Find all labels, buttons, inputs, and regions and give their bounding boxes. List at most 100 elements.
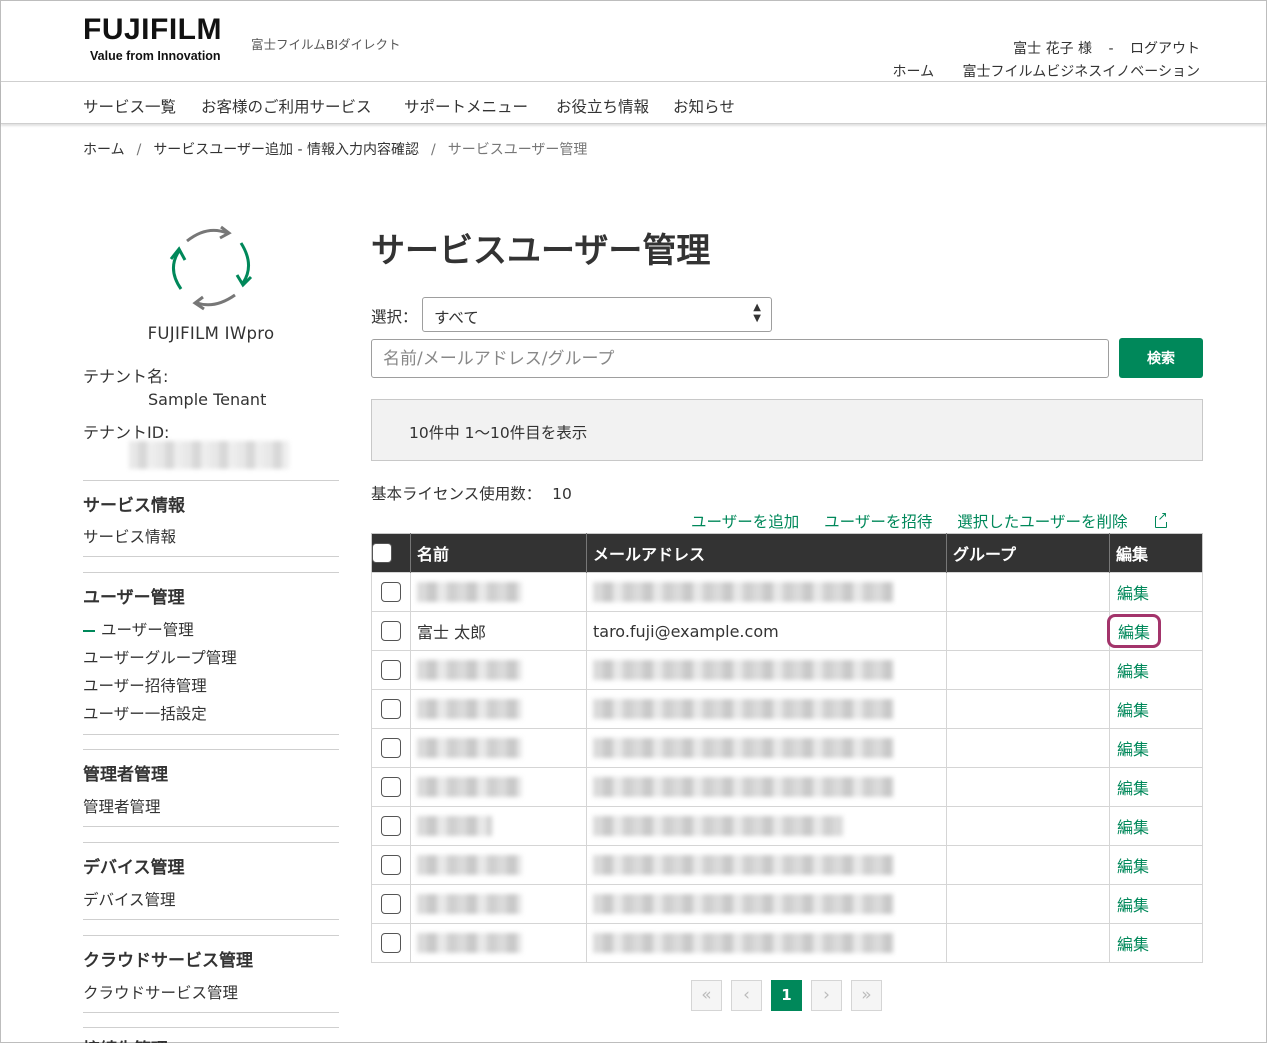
add-user-link[interactable]: ユーザーを追加 xyxy=(691,513,799,531)
redacted-name xyxy=(417,660,522,681)
sidebar-item-user-bulk-settings[interactable]: ユーザー一括設定 xyxy=(83,702,207,724)
header-email[interactable]: メールアドレス xyxy=(586,533,947,573)
app-name: FUJIFILM IWpro xyxy=(147,324,275,343)
delete-selected-users-link[interactable]: 選択したユーザーを削除 xyxy=(957,510,1168,531)
table-row: 編集 xyxy=(371,845,1203,885)
site-name: 富士フイルムBIダイレクト xyxy=(251,37,401,52)
nav-item-support[interactable]: サポートメニュー xyxy=(404,95,528,117)
breadcrumb-home[interactable]: ホーム xyxy=(83,142,125,158)
user-name: 富士 花子 様 xyxy=(1013,41,1093,57)
search-input[interactable] xyxy=(371,339,1109,378)
row-checkbox[interactable] xyxy=(381,816,401,837)
divider xyxy=(83,556,339,557)
breadcrumb-add-user-confirm[interactable]: サービスユーザー追加 - 情報入力内容確認 xyxy=(153,142,419,158)
row-checkbox[interactable] xyxy=(381,699,401,720)
user-name-cell: 富士 太郎 xyxy=(410,611,587,651)
header-edit: 編集 xyxy=(1109,533,1203,573)
user-table: 名前 メールアドレス グループ 編集 編集 富士 太郎 taro.fuji@ex… xyxy=(371,533,1203,963)
search-button[interactable]: 検索 xyxy=(1119,338,1203,378)
nav-item-news[interactable]: お知らせ xyxy=(673,95,735,117)
select-label: 選択： xyxy=(371,308,418,326)
logo-tagline: Value from Innovation xyxy=(90,49,221,63)
company-link[interactable]: 富士フイルムビジネスイノベーション xyxy=(963,64,1200,80)
redacted-email xyxy=(593,777,893,798)
table-row: 編集 xyxy=(371,767,1203,807)
edit-link-highlighted[interactable]: 編集 xyxy=(1107,614,1162,648)
redacted-email xyxy=(593,582,893,603)
edit-link[interactable]: 編集 xyxy=(1116,818,1149,837)
table-row: 編集 xyxy=(371,572,1203,612)
recycle-arrows-icon xyxy=(159,219,263,315)
breadcrumb-separator: / xyxy=(430,142,436,158)
row-checkbox[interactable] xyxy=(381,738,401,759)
divider xyxy=(83,749,339,750)
table-row: 編集 xyxy=(371,728,1203,768)
divider xyxy=(83,935,339,936)
sidebar-item-user-group-management[interactable]: ユーザーグループ管理 xyxy=(83,646,237,668)
site-header: FUJIFILM Value from Innovation 富士フイルムBIダ… xyxy=(1,1,1266,82)
edit-link[interactable]: 編集 xyxy=(1116,740,1149,759)
header-group[interactable]: グループ xyxy=(946,533,1110,573)
nav-item-useful-info[interactable]: お役立ち情報 xyxy=(556,95,649,117)
tenant-name-label: テナント名: xyxy=(83,367,169,386)
table-header-row: 名前 メールアドレス グループ 編集 xyxy=(371,533,1203,573)
row-checkbox[interactable] xyxy=(381,660,401,681)
redacted-email xyxy=(593,699,893,720)
redacted-email xyxy=(593,894,893,915)
first-page-icon[interactable]: « xyxy=(691,980,722,1011)
breadcrumb: ホーム / サービスユーザー追加 - 情報入力内容確認 / サービスユーザー管理 xyxy=(83,139,587,159)
prev-page-icon[interactable]: ‹ xyxy=(731,980,762,1011)
redacted-email xyxy=(593,660,893,681)
sidebar-heading-admin-management: 管理者管理 xyxy=(83,765,168,785)
next-page-icon[interactable]: › xyxy=(811,980,842,1011)
fujifilm-logo[interactable]: FUJIFILM xyxy=(83,15,222,45)
select-all-cell xyxy=(371,533,411,573)
invite-user-link[interactable]: ユーザーを招待 xyxy=(824,513,932,531)
redacted-name xyxy=(417,855,522,876)
divider xyxy=(83,1012,339,1013)
edit-link[interactable]: 編集 xyxy=(1116,896,1149,915)
home-link[interactable]: ホーム xyxy=(893,64,935,80)
last-page-icon[interactable]: » xyxy=(851,980,882,1011)
row-checkbox[interactable] xyxy=(381,621,401,642)
sidebar-item-service-info[interactable]: サービス情報 xyxy=(83,525,176,547)
edit-link[interactable]: 編集 xyxy=(1116,584,1149,603)
select-all-checkbox[interactable] xyxy=(372,543,392,564)
redacted-name xyxy=(417,894,522,915)
nav-item-customer-services[interactable]: お客様のご利用サービス xyxy=(201,95,372,117)
divider xyxy=(83,826,339,827)
header-links: ホーム 富士フイルムビジネスイノベーション xyxy=(869,61,1201,81)
sidebar-item-device-management[interactable]: デバイス管理 xyxy=(83,888,176,910)
redacted-name xyxy=(417,582,522,603)
redacted-name xyxy=(417,738,522,759)
redacted-name xyxy=(417,933,522,954)
edit-link[interactable]: 編集 xyxy=(1116,857,1149,876)
filter-select-value: すべて xyxy=(434,309,479,327)
divider xyxy=(83,734,339,735)
filter-select[interactable]: すべて ▲ ▼ xyxy=(422,297,772,332)
divider xyxy=(83,919,339,920)
redacted-email xyxy=(593,738,893,759)
result-summary: 10件中 1〜10件目を表示 xyxy=(371,399,1203,461)
row-checkbox[interactable] xyxy=(381,855,401,876)
sidebar-item-user-management[interactable]: ユーザー管理 xyxy=(83,618,194,640)
sidebar-item-admin-management[interactable]: 管理者管理 xyxy=(83,795,161,817)
page-number-current[interactable]: 1 xyxy=(771,980,802,1011)
breadcrumb-separator: / xyxy=(136,142,142,158)
nav-item-service-list[interactable]: サービス一覧 xyxy=(83,95,176,117)
edit-link[interactable]: 編集 xyxy=(1116,935,1149,954)
row-checkbox[interactable] xyxy=(381,933,401,954)
tenant-name: Sample Tenant xyxy=(148,390,267,409)
row-checkbox[interactable] xyxy=(381,582,401,603)
row-checkbox[interactable] xyxy=(381,894,401,915)
tenant-id-label: テナントID: xyxy=(83,423,170,442)
row-checkbox[interactable] xyxy=(381,777,401,798)
sidebar-item-user-invite-management[interactable]: ユーザー招待管理 xyxy=(83,674,207,696)
header-name[interactable]: 名前 xyxy=(410,533,587,573)
edit-link[interactable]: 編集 xyxy=(1116,701,1149,720)
logout-link[interactable]: ログアウト xyxy=(1130,41,1200,57)
edit-link[interactable]: 編集 xyxy=(1116,662,1149,681)
edit-link[interactable]: 編集 xyxy=(1116,779,1149,798)
sidebar-heading-service-info: サービス情報 xyxy=(83,496,185,516)
sidebar-item-cloud-service-management[interactable]: クラウドサービス管理 xyxy=(83,981,238,1003)
